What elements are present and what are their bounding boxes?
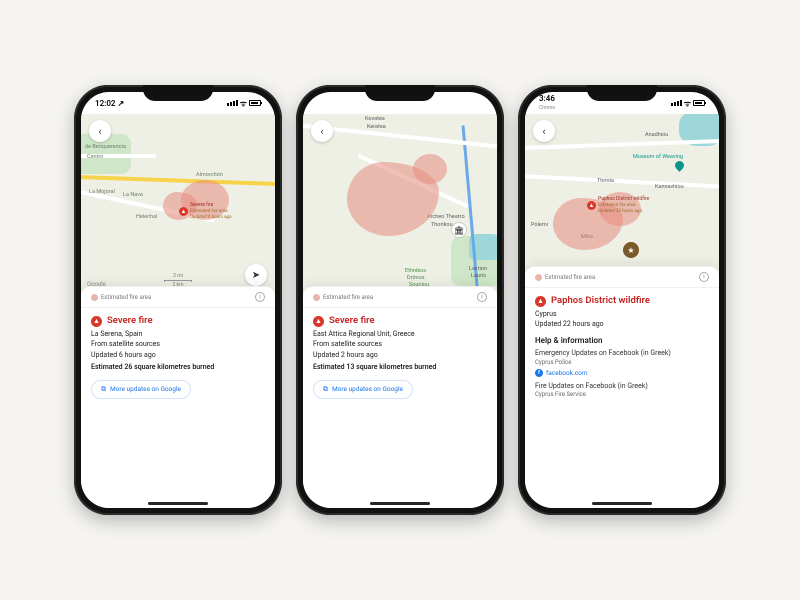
screen: ‹ Kovatea Keratea Archeo Theatro Thoriko… <box>303 92 497 508</box>
back-button[interactable]: ‹ <box>533 120 555 142</box>
info-icon[interactable]: i <box>255 292 265 302</box>
fire-icon: ▲ <box>179 207 188 216</box>
fire-swatch-icon <box>313 294 320 301</box>
map-label: La Mojoral <box>89 189 115 195</box>
status-time: 3:46 Chrono <box>539 95 555 111</box>
info-icon[interactable]: i <box>477 292 487 302</box>
fire-marker[interactable]: ▲ Paphos District wildfire Estimated fir… <box>587 196 649 214</box>
map-label: La Nava <box>123 192 143 198</box>
map-label: Centro <box>87 154 103 160</box>
external-link-icon: ⧉ <box>323 385 328 394</box>
fire-title: ▲ Severe fire <box>313 315 487 328</box>
map-label: Keratea <box>367 124 386 130</box>
card-body: ▲ Severe fire East Attica Regional Unit,… <box>303 308 497 403</box>
fire-swatch-icon <box>91 294 98 301</box>
map-label: Archeo Theatro <box>427 214 465 220</box>
help-link[interactable]: Emergency Updates on Facebook (in Greek) <box>535 349 709 358</box>
help-section-title: Help & information <box>535 336 709 347</box>
phone-1: 12:02 ↗ ᯤ ‹ de Benquerencia Centro La Mo… <box>74 85 282 515</box>
info-sheet: Estimated fire area i ▲ Severe fire La S… <box>81 286 275 508</box>
home-indicator[interactable] <box>592 502 652 505</box>
back-button[interactable]: ‹ <box>311 120 333 142</box>
poi-pin[interactable]: ★ <box>623 242 639 258</box>
fire-marker[interactable]: ▲ Severe fire Estimated fire area Update… <box>179 202 232 220</box>
notch <box>143 85 213 101</box>
card-body: ▲ Paphos District wildfire Cyprus Update… <box>525 288 719 403</box>
map-label: Almorchón <box>196 172 223 178</box>
help-link[interactable]: Fire Updates on Facebook (in Greek) <box>535 382 709 391</box>
notch <box>365 85 435 101</box>
map-label: Anadhiou <box>645 132 668 138</box>
more-updates-button[interactable]: ⧉ More updates on Google <box>313 380 413 399</box>
map-label: Helechal <box>136 214 157 220</box>
info-icon[interactable]: i <box>699 272 709 282</box>
map-label: Museum of Weaving <box>633 154 683 160</box>
phone-2: ‹ Kovatea Keratea Archeo Theatro Thoriko… <box>296 85 504 515</box>
map-area[interactable]: ‹ de Benquerencia Centro La Mojoral La N… <box>81 114 275 294</box>
facebook-icon: f <box>535 369 543 377</box>
home-indicator[interactable] <box>370 502 430 505</box>
map-label: Laurio <box>471 273 486 279</box>
status-icons: ᯤ <box>671 98 705 109</box>
map-label: de Benquerencia <box>85 144 126 150</box>
recenter-button[interactable]: ➤ <box>245 264 267 286</box>
status-time: 12:02 ↗ <box>95 99 124 108</box>
map-label: Lavrion <box>469 266 487 272</box>
battery-icon <box>249 100 261 106</box>
map-area[interactable]: ‹ Anadhiou Museum of Weaving Thrinia Kan… <box>525 114 719 274</box>
screen: 3:46 Chrono ᯤ ‹ Anadhiou Museum of Weavi… <box>525 92 719 508</box>
map-label: Thrinia <box>597 178 614 184</box>
battery-icon <box>693 100 705 106</box>
legend-row: Estimated fire area i <box>525 267 719 288</box>
signal-icon <box>227 100 238 106</box>
fire-icon: ▲ <box>587 201 596 210</box>
legend-row: Estimated fire area i <box>303 287 497 308</box>
signal-icon <box>671 100 682 106</box>
poi-pin[interactable] <box>673 159 686 172</box>
fire-title: ▲ Paphos District wildfire <box>535 295 709 308</box>
legend-row: Estimated fire area i <box>81 287 275 308</box>
fire-swatch-icon <box>535 274 542 281</box>
map-label: Ethnikos <box>405 268 426 274</box>
wifi-icon: ᯤ <box>240 98 247 109</box>
map-label: Kovatea <box>365 116 385 122</box>
poi-pin[interactable]: 🏛 <box>451 222 467 238</box>
map-label: Thorikou <box>431 222 453 228</box>
fire-icon: ▲ <box>91 316 102 327</box>
fire-icon: ▲ <box>535 296 546 307</box>
notch <box>587 85 657 101</box>
fire-title: ▲ Severe fire <box>91 315 265 328</box>
more-updates-button[interactable]: ⧉ More updates on Google <box>91 380 191 399</box>
status-icons: ᯤ <box>227 98 261 109</box>
info-sheet: Estimated fire area i ▲ Paphos District … <box>525 266 719 508</box>
card-body: ▲ Severe fire La Serena, Spain From sate… <box>81 308 275 403</box>
phone-3: 3:46 Chrono ᯤ ‹ Anadhiou Museum of Weavi… <box>518 85 726 515</box>
stage: 12:02 ↗ ᯤ ‹ de Benquerencia Centro La Mo… <box>0 0 800 600</box>
map-label: Kannavhiou <box>655 184 684 190</box>
map-label: Drimos <box>407 275 425 281</box>
map-label: Polemi <box>531 222 548 228</box>
map-area[interactable]: ‹ Kovatea Keratea Archeo Theatro Thoriko… <box>303 114 497 294</box>
wifi-icon: ᯤ <box>684 98 691 109</box>
back-button[interactable]: ‹ <box>89 120 111 142</box>
info-sheet: Estimated fire area i ▲ Severe fire East… <box>303 286 497 508</box>
fire-icon: ▲ <box>313 316 324 327</box>
external-link-icon: ⧉ <box>101 385 106 394</box>
link-source[interactable]: f facebook.com <box>535 369 709 378</box>
screen: 12:02 ↗ ᯤ ‹ de Benquerencia Centro La Mo… <box>81 92 275 508</box>
home-indicator[interactable] <box>148 502 208 505</box>
